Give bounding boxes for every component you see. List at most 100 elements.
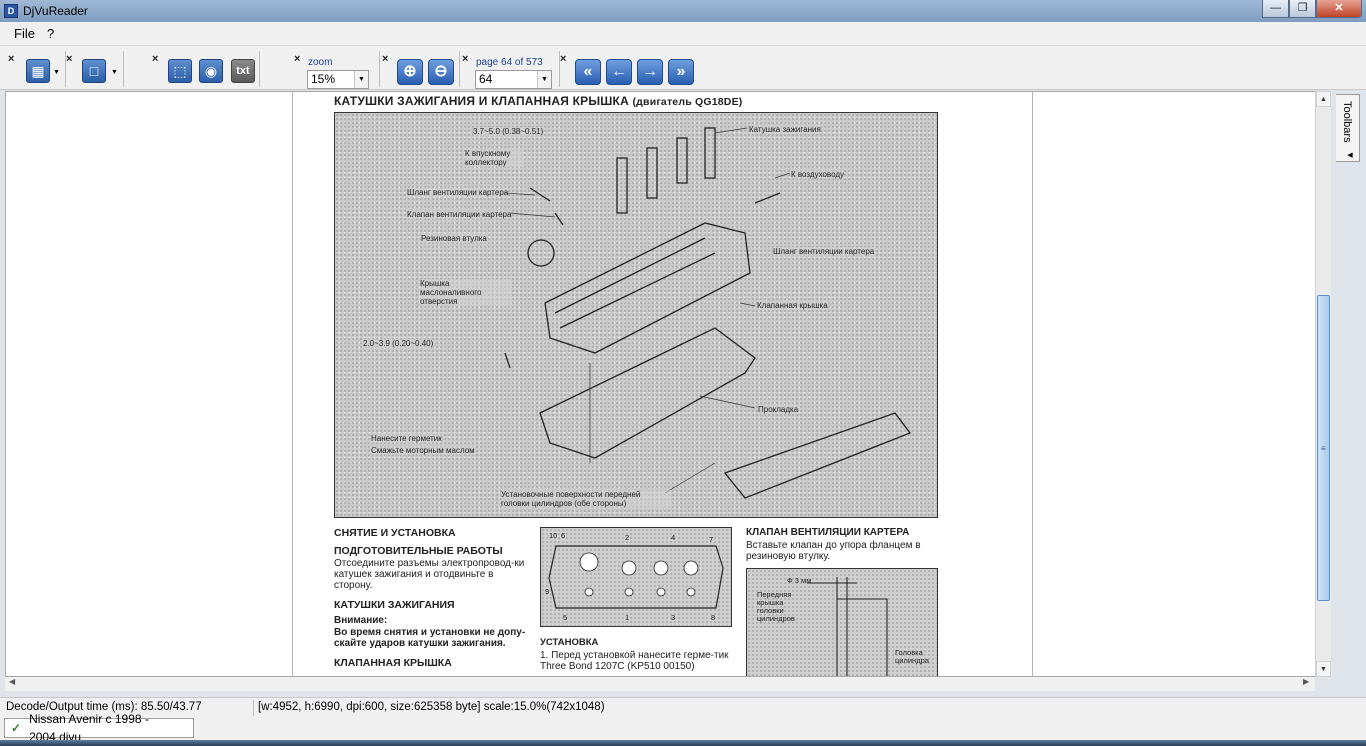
bolt-number: 10 <box>549 531 558 540</box>
select-region-button[interactable]: ⬚ <box>168 59 192 83</box>
page-heading-suffix: (двигатель QG18DE) <box>632 96 743 108</box>
last-page-icon: » <box>676 63 686 80</box>
bolt-number: 5 <box>563 613 568 622</box>
close-group-icon[interactable]: × <box>294 53 300 65</box>
close-group-icon[interactable]: × <box>560 53 566 65</box>
toolbar-group-zoom: × zoom 15% ▼ <box>294 51 380 89</box>
document-tab-bar: ✓ Nissan Avenir c 1998 - 2004.djvu <box>0 712 1366 744</box>
first-page-icon: « <box>583 63 593 80</box>
menu-bar: File ? <box>0 22 1366 46</box>
bolt-number: 8 <box>711 613 716 622</box>
zoom-value: 15% <box>311 72 336 86</box>
section-heading-coils: КАТУШКИ ЗАЖИГАНИЯ <box>334 599 455 611</box>
scroll-up-arrow-icon[interactable]: ▲ <box>1316 91 1331 107</box>
fig-label-pcv-hose: Шланг вентиляции картера <box>407 188 509 197</box>
zoom-label: zoom <box>308 57 333 68</box>
bolt-sequence-drawing <box>548 545 724 609</box>
close-window-button[interactable]: ✕ <box>1316 0 1362 18</box>
fig-label-apply-sealant: Нанесите герметик <box>371 434 442 443</box>
pcv-fig-label-cylinder-head: Головка цилиндра <box>895 648 929 665</box>
bolt-number: 9 <box>545 587 550 596</box>
close-group-icon[interactable]: × <box>462 53 468 65</box>
fig-label-pcv-hose-2: Шланг вентиляции картера <box>773 247 875 256</box>
arrow-left-icon: ← <box>611 63 627 80</box>
horizontal-scrollbar[interactable]: ◀ ▶ <box>5 677 1315 691</box>
section-heading-removal: СНЯТИЕ И УСТАНОВКА <box>334 527 456 539</box>
close-group-icon[interactable]: × <box>152 53 158 65</box>
window-title: DjVuReader <box>23 4 88 18</box>
chevron-down-icon[interactable]: ▼ <box>53 69 60 76</box>
chevron-down-icon[interactable]: ▼ <box>111 69 118 76</box>
toolbar: × ▦ ▼ × □ ▼ × ⬚ ◉ txt × zoom 15% ▼ × ⊕ ⊖… <box>0 46 1366 90</box>
toolbar-group-navigation: × « ← → » <box>560 51 698 87</box>
plus-circle-icon: ⊕ <box>403 63 417 80</box>
text-mode-button[interactable]: txt <box>231 59 255 83</box>
engine-exploded-diagram: 3.7~5.0 (0.38~0.51) Катушка зажигания К … <box>334 112 938 518</box>
bolt-sequence-diagram: 10 6 2 4 7 9 5 1 3 8 <box>540 527 732 627</box>
image-icon: ◉ <box>204 63 218 79</box>
fig-label-torque-top: 3.7~5.0 (0.38~0.51) <box>473 127 544 136</box>
installation-text: 1. Перед установкой нанесите герме-тик T… <box>540 650 729 672</box>
bolt-number: 4 <box>671 533 676 542</box>
last-page-button[interactable]: » <box>668 59 694 85</box>
toolbar-group-page: × page 64 of 573 64 ▼ <box>462 51 560 89</box>
preparation-text: Отсоедините разъемы электропровод-ки кат… <box>334 558 525 591</box>
select-image-button[interactable]: ◉ <box>199 59 223 83</box>
scroll-right-arrow-icon[interactable]: ▶ <box>1303 677 1309 686</box>
menu-help[interactable]: ? <box>41 26 60 41</box>
page-select[interactable]: 64 ▼ <box>475 70 552 89</box>
section-heading-pcv-valve: КЛАПАН ВЕНТИЛЯЦИИ КАРТЕРА <box>746 527 910 538</box>
checkmark-icon: ✓ <box>11 721 22 735</box>
fig-label-intake-manifold: К впускному коллектору <box>465 149 523 167</box>
close-group-icon[interactable]: × <box>66 53 72 65</box>
previous-page-button[interactable]: ← <box>606 59 632 85</box>
document-viewport[interactable]: КАТУШКИ ЗАЖИГАНИЯ И КЛАПАННАЯ КРЫШКА (дв… <box>5 91 1330 677</box>
zoom-in-button[interactable]: ⊕ <box>397 59 423 85</box>
fig-label-oil-filler-cap: Крышка маслоналивного отверстия <box>420 279 512 306</box>
chevron-down-icon[interactable]: ▼ <box>537 71 551 88</box>
diagram-drawing <box>504 127 912 499</box>
selection-icon: ⬚ <box>173 63 187 79</box>
status-bar: Decode/Output time (ms): 85.50/43.77 [w:… <box>0 697 1366 716</box>
toolbars-tab-label: Toolbars <box>1341 101 1353 143</box>
page-icon: □ <box>89 63 99 79</box>
next-page-button[interactable]: → <box>637 59 663 85</box>
fig-label-apply-oil: Смажьте моторным маслом <box>371 446 475 455</box>
minimize-button[interactable]: — <box>1262 0 1289 18</box>
scroll-down-arrow-icon[interactable]: ▼ <box>1316 661 1331 677</box>
menu-file[interactable]: File <box>8 26 41 41</box>
page-label: page 64 of 573 <box>476 57 543 68</box>
vertical-scroll-thumb[interactable]: ≡ <box>1317 295 1330 601</box>
close-group-icon[interactable]: × <box>8 53 14 65</box>
page-view-button[interactable]: □ <box>82 59 106 83</box>
pcv-valve-text: Вставьте клапан до упора фланцем в резин… <box>746 540 921 562</box>
grid-icon: ▦ <box>31 63 45 79</box>
first-page-button[interactable]: « <box>575 59 601 85</box>
page-value: 64 <box>479 72 493 86</box>
maximize-button[interactable]: ❐ <box>1289 0 1316 18</box>
scroll-left-arrow-icon[interactable]: ◀ <box>9 677 15 686</box>
toolbar-group-zoom-buttons: × ⊕ ⊖ <box>382 51 460 87</box>
vertical-scrollbar[interactable]: ▲ ≡ ▼ <box>1315 91 1331 677</box>
toolbars-side-tab[interactable]: Toolbars ◀ <box>1336 94 1360 162</box>
os-taskbar <box>0 740 1366 746</box>
document-tab[interactable]: ✓ Nissan Avenir c 1998 - 2004.djvu <box>4 712 194 744</box>
zoom-out-button[interactable]: ⊖ <box>428 59 454 85</box>
title-bar: D DjVuReader — ❐ ✕ <box>0 0 1366 22</box>
window-controls: — ❐ ✕ <box>1262 0 1362 18</box>
pcv-fig-label-front-cover: Передняя крышка головки цилиндров <box>757 590 795 623</box>
fig-label-pcv-valve: Клапан вентиляции картера <box>407 210 512 219</box>
section-heading-installation: УСТАНОВКА <box>540 637 599 648</box>
fig-label-air-duct: К воздуховоду <box>791 170 845 179</box>
pcv-fig-label-diameter: Ф 3 мм <box>787 576 812 585</box>
zoom-select[interactable]: 15% ▼ <box>307 70 369 89</box>
chevron-down-icon[interactable]: ▼ <box>354 71 368 88</box>
section-heading-valve-cover: КЛАПАННАЯ КРЫШКА <box>334 657 452 669</box>
close-group-icon[interactable]: × <box>382 53 388 65</box>
toolbar-group-view: × □ ▼ <box>66 51 124 87</box>
fig-label-torque-bottom: 2.0~3.9 (0.20~0.40) <box>363 339 434 348</box>
warning-title: Внимание: <box>334 615 388 626</box>
bolt-number: 1 <box>625 613 630 622</box>
toolbar-group-layout: × ▦ ▼ <box>8 51 66 87</box>
page-layout-button[interactable]: ▦ <box>26 59 50 83</box>
